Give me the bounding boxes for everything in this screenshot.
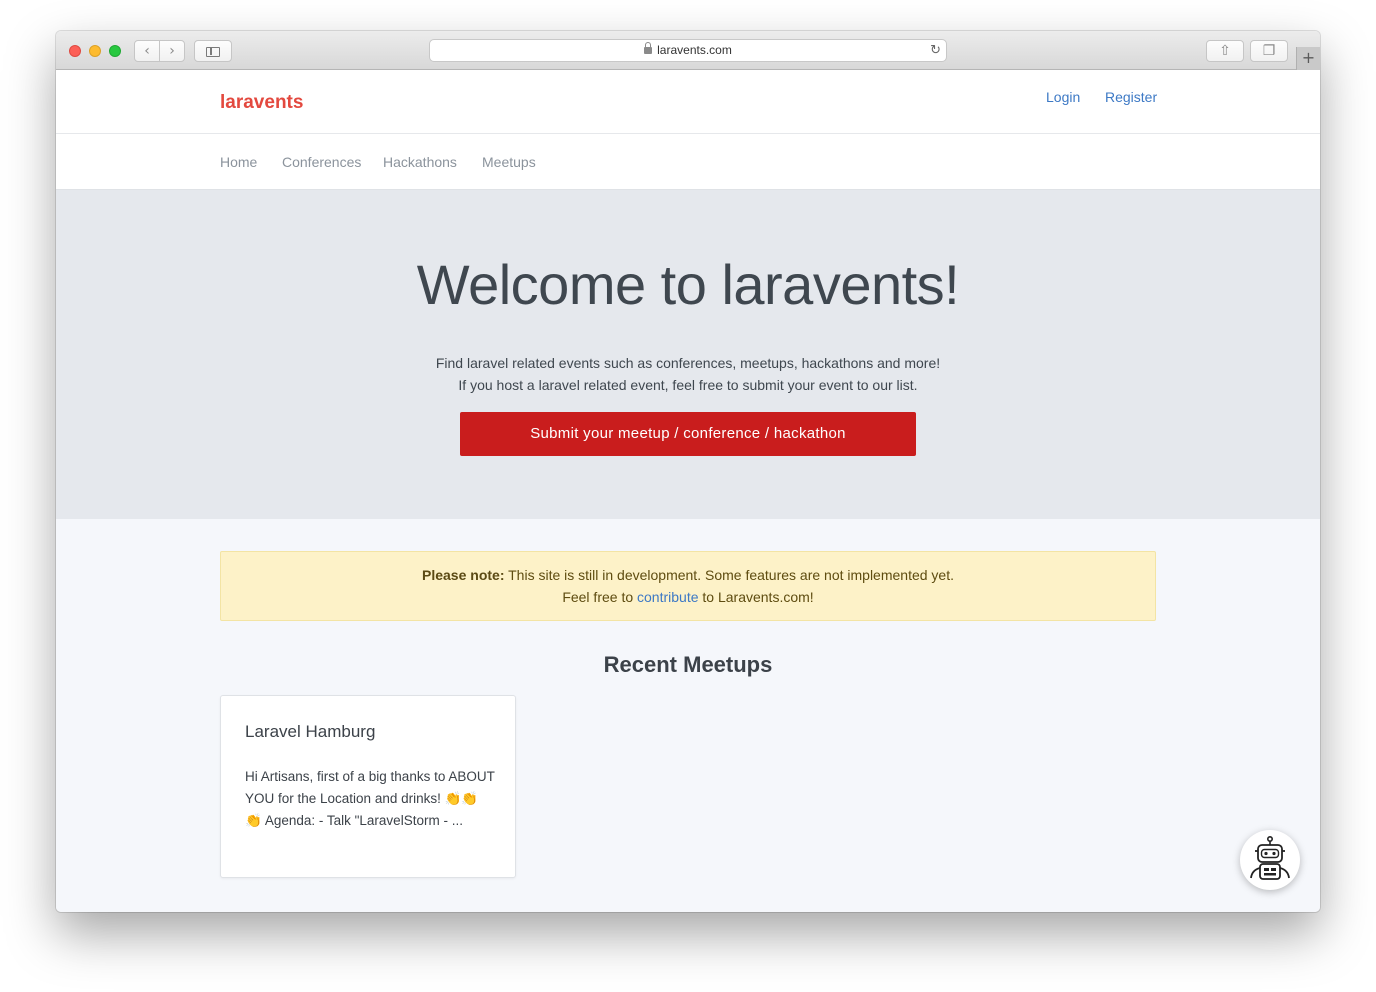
forward-button[interactable]: › (159, 40, 185, 62)
notice-line-2-post: to Laravents.com! (698, 589, 814, 605)
submit-event-button[interactable]: Submit your meetup / conference / hackat… (460, 412, 916, 456)
top-navbar: laravents Login Register (56, 70, 1320, 134)
nav-hackathons[interactable]: Hackathons (383, 154, 457, 170)
nav-conferences[interactable]: Conferences (282, 154, 361, 170)
hero-section: Welcome to laravents! Find laravel relat… (56, 190, 1320, 519)
hero-description-line-1: Find laravel related events such as conf… (435, 355, 941, 371)
chat-widget-button[interactable] (1240, 830, 1300, 890)
contribute-link[interactable]: contribute (637, 589, 698, 605)
hero-title: Welcome to laravents! (416, 253, 960, 316)
browser-titlebar: ‹ › laravents.com ↻ ⇧ ❐ + (56, 31, 1320, 70)
show-tabs-button[interactable]: ❐ (1250, 40, 1288, 62)
chevron-right-icon: › (169, 43, 175, 59)
development-notice: Please note: This site is still in devel… (220, 551, 1156, 621)
close-window-button[interactable] (69, 45, 81, 57)
back-button[interactable]: ‹ (134, 40, 160, 62)
chevron-left-icon: ‹ (144, 43, 150, 59)
share-button[interactable]: ⇧ (1206, 40, 1244, 62)
notice-line-1: This site is still in development. Some … (504, 567, 954, 583)
lock-icon (644, 42, 653, 54)
hero-description-line-2: If you host a laravel related event, fee… (458, 377, 918, 393)
address-bar[interactable]: laravents.com ↻ (429, 39, 947, 62)
nav-meetups[interactable]: Meetups (482, 154, 536, 170)
new-tab-button[interactable]: + (1296, 47, 1320, 70)
nav-home[interactable]: Home (220, 154, 257, 170)
minimize-window-button[interactable] (89, 45, 101, 57)
robot-icon (1250, 836, 1290, 880)
zoom-window-button[interactable] (109, 45, 121, 57)
meetup-card[interactable]: Laravel Hamburg Hi Artisans, first of a … (220, 695, 516, 878)
web-page: laravents Login Register Home Conference… (56, 70, 1320, 912)
sidebar-toggle-button[interactable] (194, 40, 232, 62)
browser-window: ‹ › laravents.com ↻ ⇧ ❐ + laravents Logi… (56, 31, 1320, 912)
reload-icon[interactable]: ↻ (930, 40, 941, 61)
meetup-card-title[interactable]: Laravel Hamburg (245, 722, 375, 742)
sub-navbar: Home Conferences Hackathons Meetups (56, 134, 1320, 190)
notice-strong: Please note: (422, 567, 505, 583)
brand-logo[interactable]: laravents (220, 92, 303, 114)
meetup-card-description: Hi Artisans, first of a big thanks to AB… (245, 769, 495, 828)
recent-meetups-heading: Recent Meetups (603, 652, 773, 677)
tabs-icon: ❐ (1262, 43, 1276, 59)
plus-icon: + (1301, 48, 1316, 67)
share-icon: ⇧ (1219, 43, 1231, 59)
login-link[interactable]: Login (1046, 89, 1080, 105)
sidebar-icon (206, 47, 220, 57)
notice-line-2-pre: Feel free to (562, 589, 638, 605)
register-link[interactable]: Register (1105, 89, 1157, 105)
url-text: laravents.com (657, 43, 732, 57)
